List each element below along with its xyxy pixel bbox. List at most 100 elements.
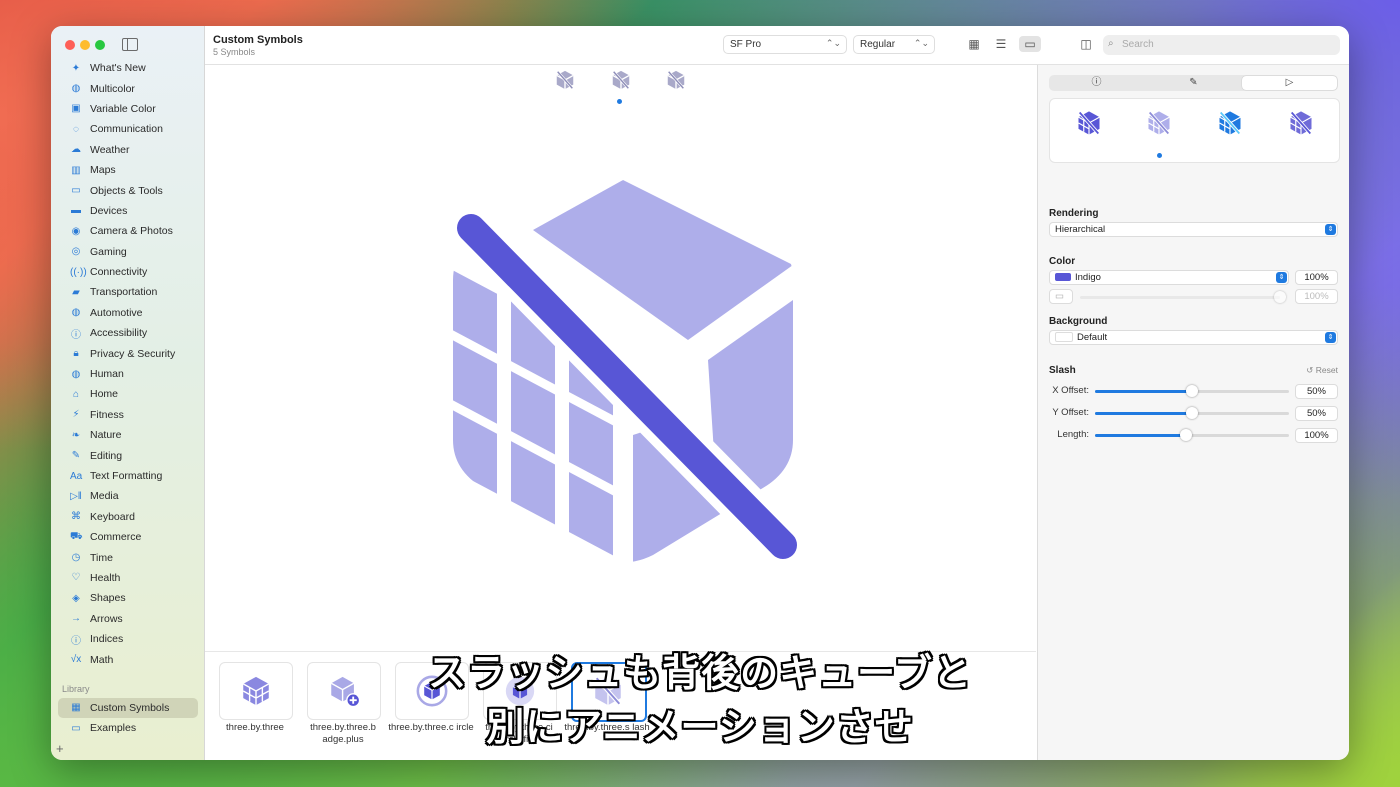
zoom-window-button[interactable] (95, 40, 105, 50)
secondary-opacity-field: 100% (1295, 289, 1338, 304)
search-field[interactable]: ⌕ Search (1103, 35, 1340, 55)
symbol-canvas (205, 65, 1036, 651)
sidebar-item[interactable]: Aa Text Formatting (58, 466, 198, 486)
background-label: Background (1049, 316, 1108, 327)
pencil-icon: ✎ (71, 450, 81, 462)
cube-multicolor-icon[interactable] (1287, 109, 1315, 137)
heart-icon: ♡ (71, 572, 81, 584)
slider-value-field[interactable]: 50% (1295, 406, 1338, 421)
sidebar-item[interactable]: ◌ Communication (58, 119, 198, 139)
gallery-view-icon[interactable]: ▭ (1019, 36, 1041, 52)
paintbrush-tab-icon[interactable]: ✎ (1146, 76, 1241, 90)
gamecontroller-icon: ◎ (71, 246, 81, 258)
sidebar-item[interactable]: ✦ What's New (58, 58, 198, 78)
sidebar-item[interactable]: ▭ Objects & Tools (58, 180, 198, 200)
inspector-toggle-icon[interactable]: ◫ (1075, 36, 1097, 52)
sidebar-item[interactable]: → Arrows (58, 609, 198, 629)
slider-knob[interactable] (1274, 291, 1286, 303)
sidebar-item[interactable]: ▣ Variable Color (58, 99, 198, 119)
rendering-label: Rendering (1049, 208, 1099, 219)
weight-popup[interactable]: Regular ⌃⌄ (853, 35, 935, 54)
rendering-popup[interactable]: Hierarchical ⇕ (1049, 222, 1338, 237)
sidebar-item[interactable]: ◉ Camera & Photos (58, 221, 198, 241)
slider-value-field[interactable]: 100% (1295, 428, 1338, 443)
cube-grid-slash-icon[interactable] (554, 69, 576, 91)
sidebar-item-label: Camera & Photos (90, 225, 173, 238)
camera-icon: ◉ (71, 225, 81, 237)
close-window-button[interactable] (65, 40, 75, 50)
sidebar-item-label: Shapes (90, 592, 126, 605)
subtitle-line-1: スラッシュも背後のキューブと (428, 651, 972, 695)
info-tab-icon[interactable]: ⓘ (1049, 76, 1144, 90)
sidebar-item[interactable]: ❧ Nature (58, 425, 198, 445)
sidebar-item[interactable]: ▷‖ Media (58, 486, 198, 506)
sidebar-item[interactable]: ⌘ Keyboard (58, 507, 198, 527)
sidebar-item[interactable]: ◍ Multicolor (58, 78, 198, 98)
sidebar-item[interactable]: ⚡︎ Fitness (58, 405, 198, 425)
slider-fill (1095, 434, 1187, 437)
antenna-icon: ((·)) (70, 266, 87, 278)
sidebar-item-label: Editing (90, 449, 123, 462)
sidebar-item[interactable]: ▰ Transportation (58, 282, 198, 302)
slider-knob[interactable] (1180, 429, 1193, 441)
sidebar-item[interactable]: ◍ Human (58, 364, 198, 384)
cube-grid-slash-icon[interactable] (665, 69, 687, 91)
grid-view-icon[interactable]: ▦ (963, 36, 985, 52)
playpause-icon: ▷‖ (70, 490, 82, 502)
slash-label: Slash (1049, 365, 1076, 376)
accessibility-icon: ⓘ (71, 329, 81, 341)
slider-fill (1095, 412, 1192, 415)
slash-slider-track[interactable] (1095, 407, 1289, 419)
sidebar-item[interactable]: ☁ Weather (58, 140, 198, 160)
cube-grid-slash-icon (448, 180, 803, 568)
cube-monochrome-icon[interactable] (1075, 109, 1103, 137)
arrow-right-icon: → (71, 613, 81, 625)
slider-knob[interactable] (1186, 407, 1198, 419)
slash-slider-track[interactable] (1095, 429, 1289, 441)
sidebar-toggle-icon[interactable] (122, 38, 138, 51)
minimize-window-button[interactable] (80, 40, 90, 50)
sidebar-item-label: Home (90, 388, 119, 401)
car-icon: ▰ (72, 286, 80, 298)
sidebar-item[interactable]: ⛟ Commerce (58, 527, 198, 547)
list-view-icon[interactable]: ☰ (990, 36, 1012, 52)
slider-fill (1095, 390, 1192, 393)
play-tab-icon[interactable]: ▷ (1242, 76, 1337, 90)
sidebar-item[interactable]: ⓘ Accessibility (58, 323, 198, 343)
sidebar-item[interactable]: ((·)) Connectivity (58, 262, 198, 282)
color-popup[interactable]: Indigo ⇕ (1049, 270, 1289, 285)
sidebar-item[interactable]: ◷ Time (58, 547, 198, 567)
sidebar-item[interactable]: ▬ Devices (58, 201, 198, 221)
font-popup[interactable]: SF Pro ⌃⌄ (723, 35, 847, 54)
rendering-mode-variants (1049, 98, 1340, 163)
sidebar-item[interactable]: ▥ Maps (58, 160, 198, 180)
slider-knob[interactable] (1186, 385, 1198, 397)
reset-button[interactable]: ↺ Reset (1306, 365, 1338, 376)
sidebar-item[interactable]: 🔒︎ Privacy & Security (58, 343, 198, 363)
sidebar-category-list: ✦ What's New ◍ Multicolor ▣ Variable Color ◌ Co… (58, 58, 198, 739)
secondary-color-well[interactable]: ▭ (1049, 289, 1073, 304)
subtitle-line-2: 別にアニメーションさせ (486, 705, 914, 749)
cloud-sun-icon: ☁ (71, 144, 81, 156)
sidebar-item[interactable]: ⌂ Home (58, 384, 198, 404)
cube-hierarchical-icon[interactable] (1145, 109, 1173, 137)
sidebar-item[interactable]: ♡ Health (58, 568, 198, 588)
sidebar-item[interactable]: ✎ Editing (58, 445, 198, 465)
slider-label: Length: (1057, 429, 1089, 440)
slider-value-field[interactable]: 50% (1295, 384, 1338, 399)
color-opacity-field[interactable]: 100% (1295, 270, 1338, 285)
shapes-icon: ◈ (72, 592, 80, 604)
cube-grid-slash-icon[interactable] (610, 69, 632, 91)
slash-slider-track[interactable] (1095, 385, 1289, 397)
sidebar-item[interactable]: ◎ Gaming (58, 242, 198, 262)
folder-icon: ▭ (71, 185, 81, 197)
cart-icon: ⛟ (70, 530, 83, 542)
color-value: Indigo (1075, 272, 1101, 283)
sidebar-item[interactable]: ◈ Shapes (58, 588, 198, 608)
sidebar-item-label: Arrows (90, 612, 123, 625)
background-popup[interactable]: Default ⇕ (1049, 330, 1338, 345)
cube-palette-icon[interactable] (1216, 109, 1244, 137)
sidebar-item[interactable]: ◍ Automotive (58, 303, 198, 323)
secondary-opacity-slider[interactable] (1080, 291, 1286, 303)
sidebar-item-label: Commerce (90, 531, 142, 544)
